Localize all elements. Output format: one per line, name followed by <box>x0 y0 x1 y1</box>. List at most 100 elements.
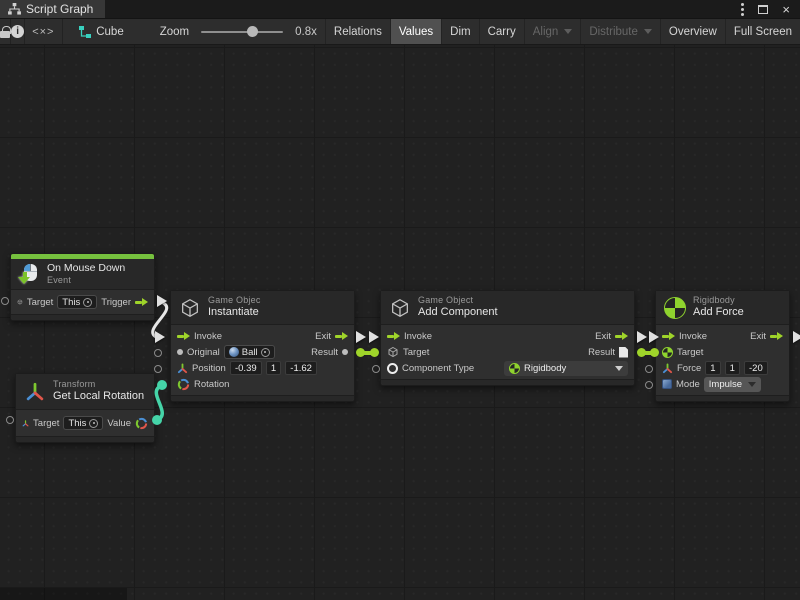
node-add-component[interactable]: Game Object Add Component Invoke Exit <box>380 290 635 386</box>
port-addforce-mode[interactable] <box>645 381 653 389</box>
port-addcomponent-target-in[interactable] <box>370 348 379 357</box>
port-addcomponent-invoke-in[interactable] <box>369 331 379 343</box>
force-mode-icon <box>662 379 672 389</box>
object-picker-icon[interactable] <box>89 419 98 428</box>
force-z-field[interactable]: -20 <box>744 361 768 375</box>
close-icon[interactable]: × <box>782 3 790 16</box>
zoom-slider-handle[interactable] <box>247 26 258 37</box>
node-on-mouse-down[interactable]: On Mouse Down Event Target This Trigger <box>10 253 155 321</box>
graph-owner-button[interactable]: Cube <box>66 19 132 44</box>
quaternion-icon <box>135 417 148 430</box>
rigidbody-icon <box>662 347 673 358</box>
exit-label: Exit <box>595 331 611 342</box>
target-this-value: This <box>62 297 80 308</box>
invoke-label: Invoke <box>679 331 707 342</box>
node-instantiate[interactable]: Game Objec Instantiate Invoke Exit Origi… <box>170 290 355 402</box>
menu-icon[interactable] <box>741 8 744 11</box>
info-button[interactable]: i <box>11 19 25 44</box>
node-subtitle: Event <box>47 275 125 286</box>
tab-script-graph[interactable]: Script Graph <box>0 0 105 18</box>
lock-button[interactable] <box>0 19 11 44</box>
exit-label: Exit <box>750 331 766 342</box>
node-header[interactable]: Game Object Add Component <box>381 291 634 325</box>
code-icon: <×> <box>32 26 54 38</box>
port-instantiate-invoke-in[interactable] <box>155 331 165 343</box>
component-type-dropdown[interactable]: Rigidbody <box>504 361 628 376</box>
port-trigger-out[interactable] <box>157 295 167 307</box>
port-addcomponent-result-out[interactable] <box>637 348 646 357</box>
graph-owner-label: Cube <box>96 26 124 38</box>
node-title: Add Component <box>418 306 498 320</box>
original-ball-field[interactable]: Ball <box>224 345 275 359</box>
graph-canvas[interactable]: On Mouse Down Event Target This Trigger <box>0 45 800 600</box>
invoke-arrow-icon <box>177 332 190 341</box>
object-picker-icon[interactable] <box>261 348 270 357</box>
invoke-label: Invoke <box>404 331 432 342</box>
target-this-field[interactable]: This <box>63 416 103 430</box>
mouse-down-icon <box>19 264 40 284</box>
port-instantiate-original[interactable] <box>154 349 162 357</box>
zoom-slider[interactable] <box>201 31 283 33</box>
values-button[interactable]: Values <box>391 19 442 44</box>
trigger-label: Trigger <box>101 297 131 308</box>
overview-button[interactable]: Overview <box>661 19 726 44</box>
zoom-value: 0.8x <box>295 26 317 38</box>
node-header[interactable]: Rigidbody Add Force <box>656 291 789 325</box>
node-header[interactable]: On Mouse Down Event <box>11 259 154 290</box>
script-graph-asset-icon <box>78 25 92 39</box>
target-label: Target <box>677 347 703 358</box>
fullscreen-button[interactable]: Full Screen <box>726 19 800 44</box>
port-addforce-target-in[interactable] <box>650 348 659 357</box>
mode-value: Impulse <box>709 379 742 390</box>
original-label: Original <box>187 347 220 358</box>
port-transform-target[interactable] <box>6 416 14 424</box>
node-type-label: Rigidbody <box>693 295 744 306</box>
node-footer <box>656 395 789 401</box>
force-x-field[interactable]: 1 <box>705 361 720 375</box>
port-addforce-exit-out[interactable] <box>793 331 800 343</box>
relations-button[interactable]: Relations <box>325 19 391 44</box>
align-button[interactable]: Align <box>525 19 582 44</box>
port-instantiate-position[interactable] <box>154 365 162 373</box>
port-instantiate-rotation-connected[interactable] <box>157 380 167 390</box>
code-view-button[interactable]: <×> <box>25 19 62 44</box>
position-x-field[interactable]: -0.39 <box>230 361 262 375</box>
fullscreen-label: Full Screen <box>734 26 792 38</box>
maximize-icon[interactable] <box>758 5 768 14</box>
node-footer <box>16 436 154 442</box>
node-get-local-rotation[interactable]: Transform Get Local Rotation Target This <box>15 373 155 443</box>
window-controls: × <box>741 0 800 18</box>
dim-button[interactable]: Dim <box>442 19 479 44</box>
node-header[interactable]: Game Objec Instantiate <box>171 291 354 325</box>
dropdown-caret-icon <box>748 382 756 387</box>
invoke-arrow-icon <box>662 332 675 341</box>
align-label: Align <box>533 26 559 38</box>
node-title: On Mouse Down <box>47 262 125 275</box>
port-addforce-invoke-in[interactable] <box>649 331 659 343</box>
carry-button[interactable]: Carry <box>480 19 525 44</box>
position-y-field[interactable]: 1 <box>266 361 281 375</box>
node-add-force[interactable]: Rigidbody Add Force Invoke Exit Target <box>655 290 790 402</box>
quaternion-icon <box>177 378 190 391</box>
port-instantiate-result-out[interactable] <box>356 348 365 357</box>
port-addcomponent-type[interactable] <box>372 365 380 373</box>
port-transform-value-out[interactable] <box>152 415 162 425</box>
port-event-target[interactable] <box>1 297 9 305</box>
port-addcomponent-exit-out[interactable] <box>637 331 647 343</box>
vector3-icon <box>177 363 188 374</box>
bottom-left-shade <box>0 588 127 600</box>
carry-label: Carry <box>488 26 516 38</box>
port-addforce-force[interactable] <box>645 365 653 373</box>
port-instantiate-exit-out[interactable] <box>356 331 366 343</box>
graph-tree-icon <box>8 3 21 15</box>
target-row: Target <box>656 344 789 360</box>
force-y-field[interactable]: 1 <box>725 361 740 375</box>
node-header[interactable]: Transform Get Local Rotation <box>16 374 154 410</box>
port-dot-icon <box>342 349 348 355</box>
target-this-field[interactable]: This <box>57 295 97 309</box>
object-picker-icon[interactable] <box>83 298 92 307</box>
target-label: Target <box>27 297 53 308</box>
position-z-field[interactable]: -1.62 <box>285 361 317 375</box>
mode-dropdown[interactable]: Impulse <box>704 377 761 392</box>
distribute-button[interactable]: Distribute <box>581 19 661 44</box>
